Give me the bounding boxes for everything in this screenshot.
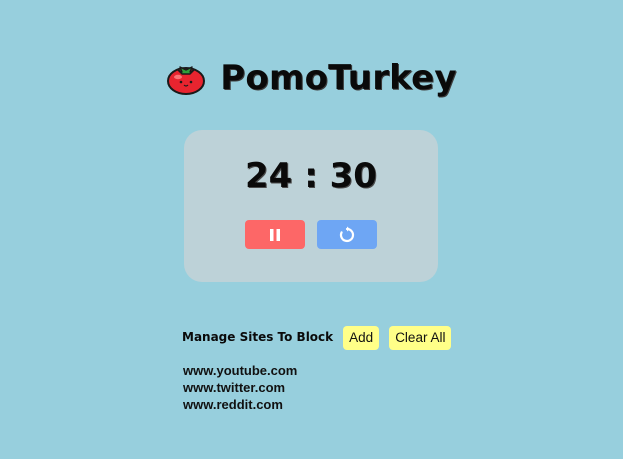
- block-manager-row: Manage Sites To Block Add Clear All: [182, 326, 452, 350]
- pause-icon: [270, 228, 280, 241]
- tomato-icon: [167, 66, 206, 95]
- blocked-sites-list: www.youtube.com www.twitter.com www.redd…: [183, 362, 297, 413]
- app-header: PomoTurkey: [0, 58, 623, 98]
- timer-display: 24 : 30: [184, 156, 438, 196]
- add-button[interactable]: Add: [343, 326, 380, 350]
- list-item: www.youtube.com: [183, 363, 298, 378]
- list-item: www.reddit.com: [183, 397, 283, 412]
- reset-icon: [339, 226, 355, 242]
- pause-button[interactable]: [245, 220, 305, 249]
- timer-separator: :: [304, 156, 318, 196]
- timer-seconds: 30: [329, 156, 377, 196]
- app-title: PomoTurkey: [220, 58, 457, 98]
- manage-sites-label: Manage Sites To Block: [182, 330, 334, 344]
- timer-card: 24 : 30: [184, 130, 438, 282]
- list-item: www.twitter.com: [183, 380, 286, 395]
- clear-all-button[interactable]: Clear All: [389, 326, 452, 350]
- timer-minutes: 24: [245, 156, 293, 196]
- reset-button[interactable]: [317, 220, 377, 249]
